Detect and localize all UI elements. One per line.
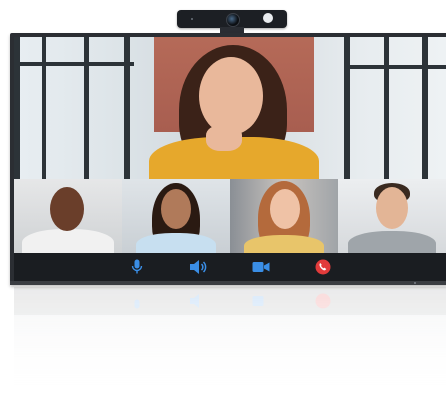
mic-button[interactable] <box>126 258 148 276</box>
participant-strip <box>14 179 446 253</box>
window-frame <box>384 37 389 179</box>
webcam-indicator <box>191 18 193 20</box>
participant-head <box>270 189 300 229</box>
call-controls-bar <box>14 253 446 281</box>
speaker-icon <box>190 260 207 274</box>
participant-head <box>161 189 191 229</box>
participant-body <box>22 229 114 253</box>
video-camera-icon <box>252 262 270 272</box>
participant-body <box>244 235 324 253</box>
window-frame <box>84 37 89 179</box>
window-frame <box>14 62 134 66</box>
participant-body <box>348 231 436 253</box>
participant-tile[interactable] <box>14 179 122 253</box>
phone-hangup-icon <box>315 259 331 275</box>
participant-tile[interactable] <box>338 179 446 253</box>
window-frame <box>124 37 130 179</box>
window-frame <box>42 37 46 179</box>
monitor-bezel-bottom <box>10 281 446 285</box>
window-frame <box>14 37 20 179</box>
speaker-hand <box>206 125 242 151</box>
speaker-face <box>199 57 263 135</box>
participant-tile[interactable] <box>230 179 338 253</box>
participant-head <box>50 187 84 231</box>
window-frame <box>344 37 350 179</box>
webcam-lens <box>226 13 240 27</box>
power-led <box>414 282 416 284</box>
hangup-button[interactable] <box>312 258 334 276</box>
microphone-icon <box>131 259 143 274</box>
participant-body <box>136 233 216 253</box>
webcam-device <box>177 10 287 28</box>
participant-tile[interactable] <box>122 179 230 253</box>
webcam-logo-icon <box>263 13 273 23</box>
camera-button[interactable] <box>250 258 272 276</box>
speaker-button[interactable] <box>188 258 210 276</box>
window-frame <box>344 65 446 69</box>
participant-head <box>376 187 408 229</box>
main-speaker-video[interactable] <box>14 37 446 179</box>
window-frame <box>422 37 428 179</box>
video-call-screen <box>14 37 446 281</box>
screen-reflection <box>14 287 446 397</box>
